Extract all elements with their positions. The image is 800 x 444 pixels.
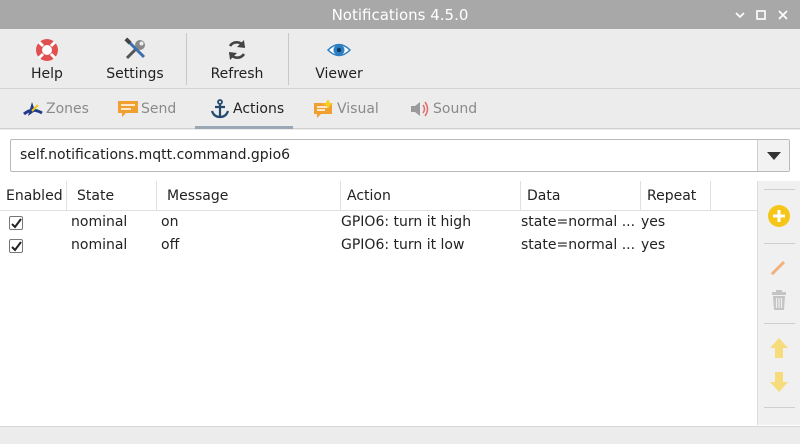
tab-label: Sound (433, 101, 478, 117)
viewer-button[interactable]: Viewer (308, 29, 370, 89)
sidebar-divider (764, 407, 795, 408)
toolbar: Help Settings Refresh Viewer (0, 29, 800, 89)
tab-bar: Zones Send Actions Visual Sound (0, 89, 800, 129)
column-header-state[interactable]: State (71, 181, 157, 211)
table-row[interactable]: nominal on GPIO6: turn it high state=nor… (0, 211, 757, 234)
anchor-icon (210, 99, 230, 119)
close-icon[interactable] (775, 7, 791, 23)
edit-button[interactable] (766, 254, 792, 280)
chevron-down-icon[interactable] (757, 140, 789, 171)
title-bar: Notifications 4.5.0 (0, 0, 800, 29)
checkmark-icon (11, 218, 22, 229)
tab-zones[interactable]: Zones (22, 89, 92, 129)
sidebar-divider (764, 323, 795, 324)
enabled-checkbox[interactable] (9, 216, 23, 230)
tab-label: Zones (46, 101, 89, 117)
delete-icon (772, 290, 786, 310)
settings-button[interactable]: Settings (104, 29, 166, 89)
tools-icon (124, 37, 146, 60)
help-icon (36, 39, 58, 61)
speaker-icon (411, 101, 429, 117)
visual-icon (314, 99, 334, 118)
cell-message: on (161, 214, 179, 230)
cell-data: state=normal ... (521, 214, 636, 230)
column-header-data[interactable]: Data (521, 181, 641, 211)
cell-repeat: yes (641, 214, 666, 230)
viewer-label: Viewer (315, 66, 363, 82)
table-header: Enabled State Message Action Data Repeat (0, 181, 757, 211)
delete-button[interactable] (766, 287, 792, 313)
window-title: Notifications 4.5.0 (331, 6, 469, 24)
move-up-icon (770, 338, 788, 358)
eye-icon (326, 43, 352, 57)
column-header-enabled[interactable]: Enabled (0, 181, 67, 211)
sidebar-divider (764, 189, 795, 190)
status-bar (0, 426, 800, 444)
help-label: Help (31, 66, 63, 82)
cell-state: nominal (71, 237, 128, 253)
add-button[interactable] (766, 203, 792, 229)
cell-data: state=normal ... (521, 237, 636, 253)
tab-send[interactable]: Send (117, 89, 187, 129)
column-header-repeat[interactable]: Repeat (641, 181, 711, 211)
settings-label: Settings (106, 66, 164, 82)
refresh-button[interactable]: Refresh (206, 29, 268, 89)
minimize-icon[interactable] (732, 7, 748, 23)
actions-table: Enabled State Message Action Data Repeat… (0, 181, 757, 425)
cell-action: GPIO6: turn it low (341, 237, 465, 253)
tab-actions[interactable]: Actions (195, 89, 293, 129)
tab-sound[interactable]: Sound (409, 89, 479, 129)
tab-label: Visual (337, 101, 379, 117)
help-button[interactable]: Help (16, 29, 78, 89)
refresh-label: Refresh (210, 66, 264, 82)
tab-visual[interactable]: Visual (313, 89, 383, 129)
zones-icon (23, 102, 43, 116)
message-icon (118, 101, 138, 117)
column-header-message[interactable]: Message (161, 181, 341, 211)
topic-select[interactable]: self.notifications.mqtt.command.gpio6 (10, 139, 790, 172)
move-down-button[interactable] (766, 369, 792, 395)
move-up-button[interactable] (766, 335, 792, 361)
column-header-action[interactable]: Action (341, 181, 521, 211)
active-tab-indicator (195, 126, 293, 129)
tab-label: Send (141, 101, 177, 117)
table-row[interactable]: nominal off GPIO6: turn it low state=nor… (0, 234, 757, 257)
topic-select-value: self.notifications.mqtt.command.gpio6 (20, 147, 291, 163)
cell-action: GPIO6: turn it high (341, 214, 472, 230)
cell-repeat: yes (641, 237, 666, 253)
edit-icon (770, 260, 786, 276)
cell-message: off (161, 237, 180, 253)
actions-panel: self.notifications.mqtt.command.gpio6 En… (0, 130, 800, 426)
toolbar-divider (288, 33, 289, 85)
maximize-icon[interactable] (753, 7, 769, 23)
row-actions-sidebar (757, 181, 800, 425)
enabled-checkbox[interactable] (9, 239, 23, 253)
add-icon (768, 205, 790, 227)
cell-state: nominal (71, 214, 128, 230)
sidebar-divider (764, 243, 795, 244)
toolbar-divider (186, 33, 187, 85)
refresh-icon (228, 40, 246, 60)
checkmark-icon (11, 241, 22, 252)
move-down-icon (770, 372, 788, 392)
tab-label: Actions (233, 101, 285, 117)
